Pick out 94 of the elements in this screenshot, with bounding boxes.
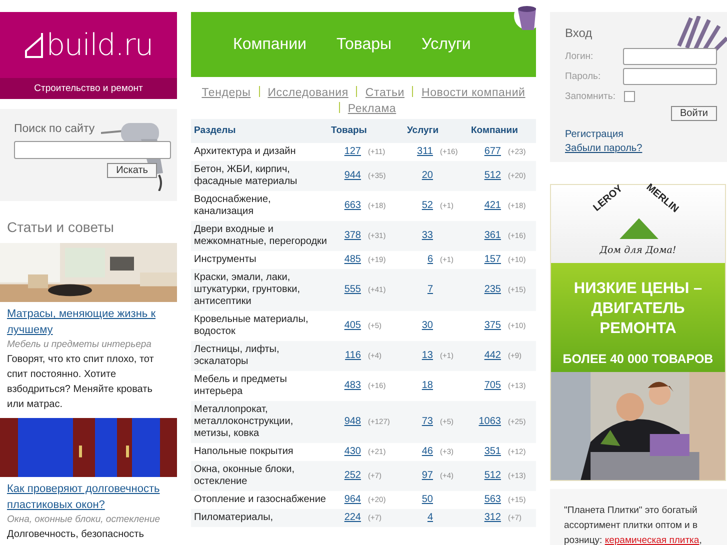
- count-link[interactable]: 483: [344, 380, 361, 391]
- count-link[interactable]: 555: [344, 284, 361, 295]
- count-link[interactable]: 663: [344, 200, 361, 211]
- count-link[interactable]: 127: [344, 146, 361, 157]
- count-link[interactable]: 33: [422, 230, 433, 241]
- search-title: Поиск по сайту: [14, 123, 96, 135]
- logo-banner[interactable]: build.ru Строительство и ремонт: [0, 12, 177, 99]
- table-cell-text: Напольные покрытия: [194, 446, 294, 458]
- section-link[interactable]: Новости компаний: [421, 87, 526, 99]
- table-cell-text: Инструменты: [194, 254, 258, 266]
- count-link[interactable]: 375: [484, 320, 501, 331]
- count-link[interactable]: 964: [344, 494, 361, 505]
- count-link[interactable]: 351: [484, 446, 501, 457]
- column-header: Товары: [331, 125, 368, 137]
- ad-headline: НИЗКИЕ ЦЕНЫ – ДВИГАТЕЛЬ РЕМОНТА: [572, 279, 704, 339]
- table-cell-text: Водоснабжение, канализация: [194, 194, 272, 218]
- count-link[interactable]: 73: [422, 416, 433, 427]
- field-label: Запомнить:: [565, 90, 616, 102]
- section-link[interactable]: Исследования: [268, 87, 348, 99]
- count-link[interactable]: 311: [417, 146, 433, 157]
- count-link[interactable]: 4: [427, 512, 433, 523]
- count-link[interactable]: 677: [484, 146, 501, 157]
- count-link[interactable]: 13: [422, 350, 433, 361]
- count-link[interactable]: 421: [484, 200, 501, 211]
- table-cell-text: Краски, эмали, лаки, штукатурки, грунтовки, антисептики: [194, 272, 302, 308]
- table-cell-text: Двери входные и межкомнатные, перегородки: [194, 224, 328, 248]
- count-link[interactable]: 512: [484, 170, 501, 181]
- field-label: Логин:: [565, 50, 594, 62]
- table-cell-text: Мебель и предметы интерьера: [194, 374, 288, 398]
- count-link[interactable]: 30: [422, 320, 433, 331]
- article-category: Окна, оконные блоки, остекление: [7, 514, 162, 525]
- search-field[interactable]: [14, 141, 171, 159]
- section-link[interactable]: Реклама: [348, 103, 396, 115]
- article-category: Мебель и предметы интерьера: [7, 339, 152, 350]
- count-link[interactable]: 157: [484, 254, 501, 265]
- count-link[interactable]: 224: [344, 512, 361, 523]
- article-link[interactable]: Как проверяют долговечность пластиковых окон?: [7, 481, 170, 513]
- house-icon: [24, 31, 44, 59]
- count-link[interactable]: 485: [344, 254, 361, 265]
- count-link[interactable]: 312: [484, 512, 501, 523]
- table-cell-text: Бетон, ЖБИ, кирпич, фасадные материалы: [194, 164, 298, 188]
- count-link[interactable]: 512: [484, 470, 501, 481]
- promo-text: "Планета Плитки" это богатый ассортимент плитки оптом и в розницу: керамическая плитка,: [564, 504, 703, 545]
- count-link[interactable]: 405: [344, 320, 361, 331]
- article-link[interactable]: Матрасы, меняющие жизнь к лучшему: [7, 306, 170, 338]
- count-link[interactable]: 378: [344, 230, 361, 241]
- count-link[interactable]: 944: [344, 170, 361, 181]
- slogan: Дом для Дома!: [598, 245, 678, 256]
- count-link[interactable]: 1063: [478, 416, 501, 427]
- remember-checkbox[interactable]: [624, 90, 635, 102]
- column-header: Разделы: [194, 125, 237, 137]
- column-header: Услуги: [406, 125, 440, 137]
- field-label: Пароль:: [565, 70, 602, 82]
- count-link[interactable]: 46: [422, 446, 433, 457]
- count-link[interactable]: 116: [345, 350, 361, 361]
- section-link[interactable]: Тендеры: [202, 87, 251, 99]
- table-cell-text: Пиломатериалы,: [194, 512, 274, 524]
- article-text: Долговечность, безопасность: [7, 528, 145, 542]
- section-title: Статьи и советы: [6, 218, 115, 237]
- count-link[interactable]: 705: [484, 380, 501, 391]
- column-header: Компании: [471, 125, 519, 137]
- table-cell-text: Лестницы, лифты, эскалаторы: [194, 344, 280, 368]
- input-field[interactable]: [623, 48, 717, 64]
- register-link[interactable]: Регистрация: [565, 129, 717, 140]
- article-text: Говорят, что кто спит плохо, тот спит постоянно. Хотите взбодриться? Меняйте кровать или матрас.: [7, 353, 155, 412]
- count-link[interactable]: 235: [484, 284, 501, 295]
- count-link[interactable]: 361: [484, 230, 501, 241]
- tagline: Строительство и ремонт: [0, 78, 177, 99]
- promo-link[interactable]: керамическая плитка: [604, 535, 700, 545]
- count-link[interactable]: 50: [422, 494, 433, 505]
- table-cell-text: Окна, оконные блоки, остекление: [194, 464, 296, 488]
- login-title: Вход: [565, 26, 594, 40]
- logo-text: build.ru: [46, 28, 153, 62]
- count-link[interactable]: 52: [422, 200, 433, 211]
- login-button[interactable]: Войти: [671, 106, 717, 121]
- count-link[interactable]: 252: [344, 470, 361, 481]
- forgot-password-link[interactable]: Забыли пароль?: [565, 143, 717, 154]
- count-link[interactable]: 563: [484, 494, 501, 505]
- count-link[interactable]: 18: [422, 380, 433, 391]
- section-link[interactable]: Статьи: [365, 87, 404, 99]
- count-link[interactable]: 20: [422, 170, 433, 181]
- table-cell-text: Кровельные материалы, водосток: [194, 314, 310, 338]
- count-link[interactable]: 97: [422, 470, 433, 481]
- table-cell-text: Отопление и газоснабжение: [194, 494, 327, 506]
- count-link[interactable]: 6: [427, 254, 433, 265]
- table-cell-text: Архитектура и дизайн: [194, 146, 297, 158]
- ad-subline: БОЛЕЕ 40 000 ТОВАРОВ: [562, 352, 714, 366]
- table-cell-text: Металлопрокат, металлоконструкции, метизы, ковка: [194, 404, 294, 440]
- count-link[interactable]: 442: [484, 350, 501, 361]
- search-button[interactable]: Искать: [107, 163, 157, 178]
- count-link[interactable]: 430: [344, 446, 361, 457]
- count-link[interactable]: 7: [427, 284, 433, 295]
- count-link[interactable]: 948: [344, 416, 361, 427]
- input-field[interactable]: [623, 68, 717, 84]
